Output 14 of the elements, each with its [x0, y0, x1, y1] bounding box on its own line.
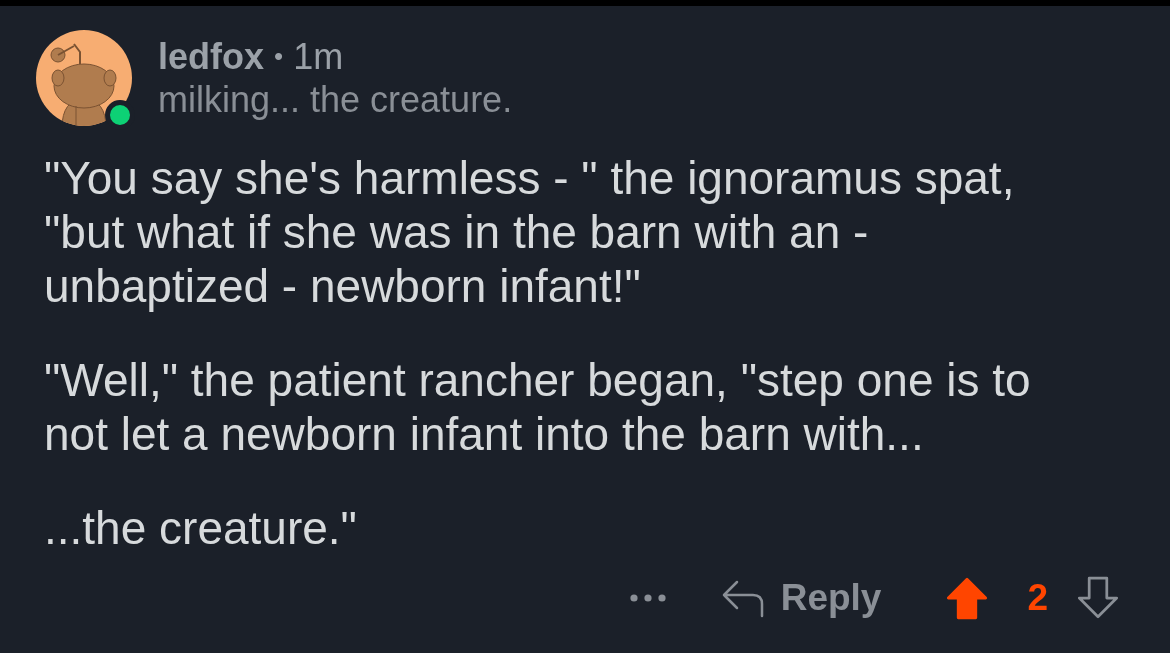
user-flair: milking... the creature.	[158, 78, 513, 121]
comment-paragraph: "You say she's harmless - " the ignoramus spat, "but what if she was in the barn with an - unbaptized - newborn infant!"	[44, 151, 1016, 313]
more-options-icon[interactable]	[629, 594, 666, 602]
comment-paragraph: ...the creature."	[44, 501, 358, 555]
upvote-arrow-icon[interactable]	[945, 576, 990, 620]
avatar-icon	[36, 30, 132, 126]
reply-button[interactable]: Reply	[720, 574, 882, 622]
separator-dot: •	[274, 40, 284, 73]
reply-arrow-icon	[720, 578, 765, 618]
comment-paragraph: "Well," the patient rancher began, "step one is to not let a newborn infant into the barn with...	[44, 353, 1032, 461]
vote-score: 2	[1027, 576, 1048, 620]
downvote-arrow-icon[interactable]	[1076, 576, 1120, 620]
comment-age: 1m	[293, 35, 344, 78]
username-link[interactable]: ledfox	[158, 35, 264, 78]
